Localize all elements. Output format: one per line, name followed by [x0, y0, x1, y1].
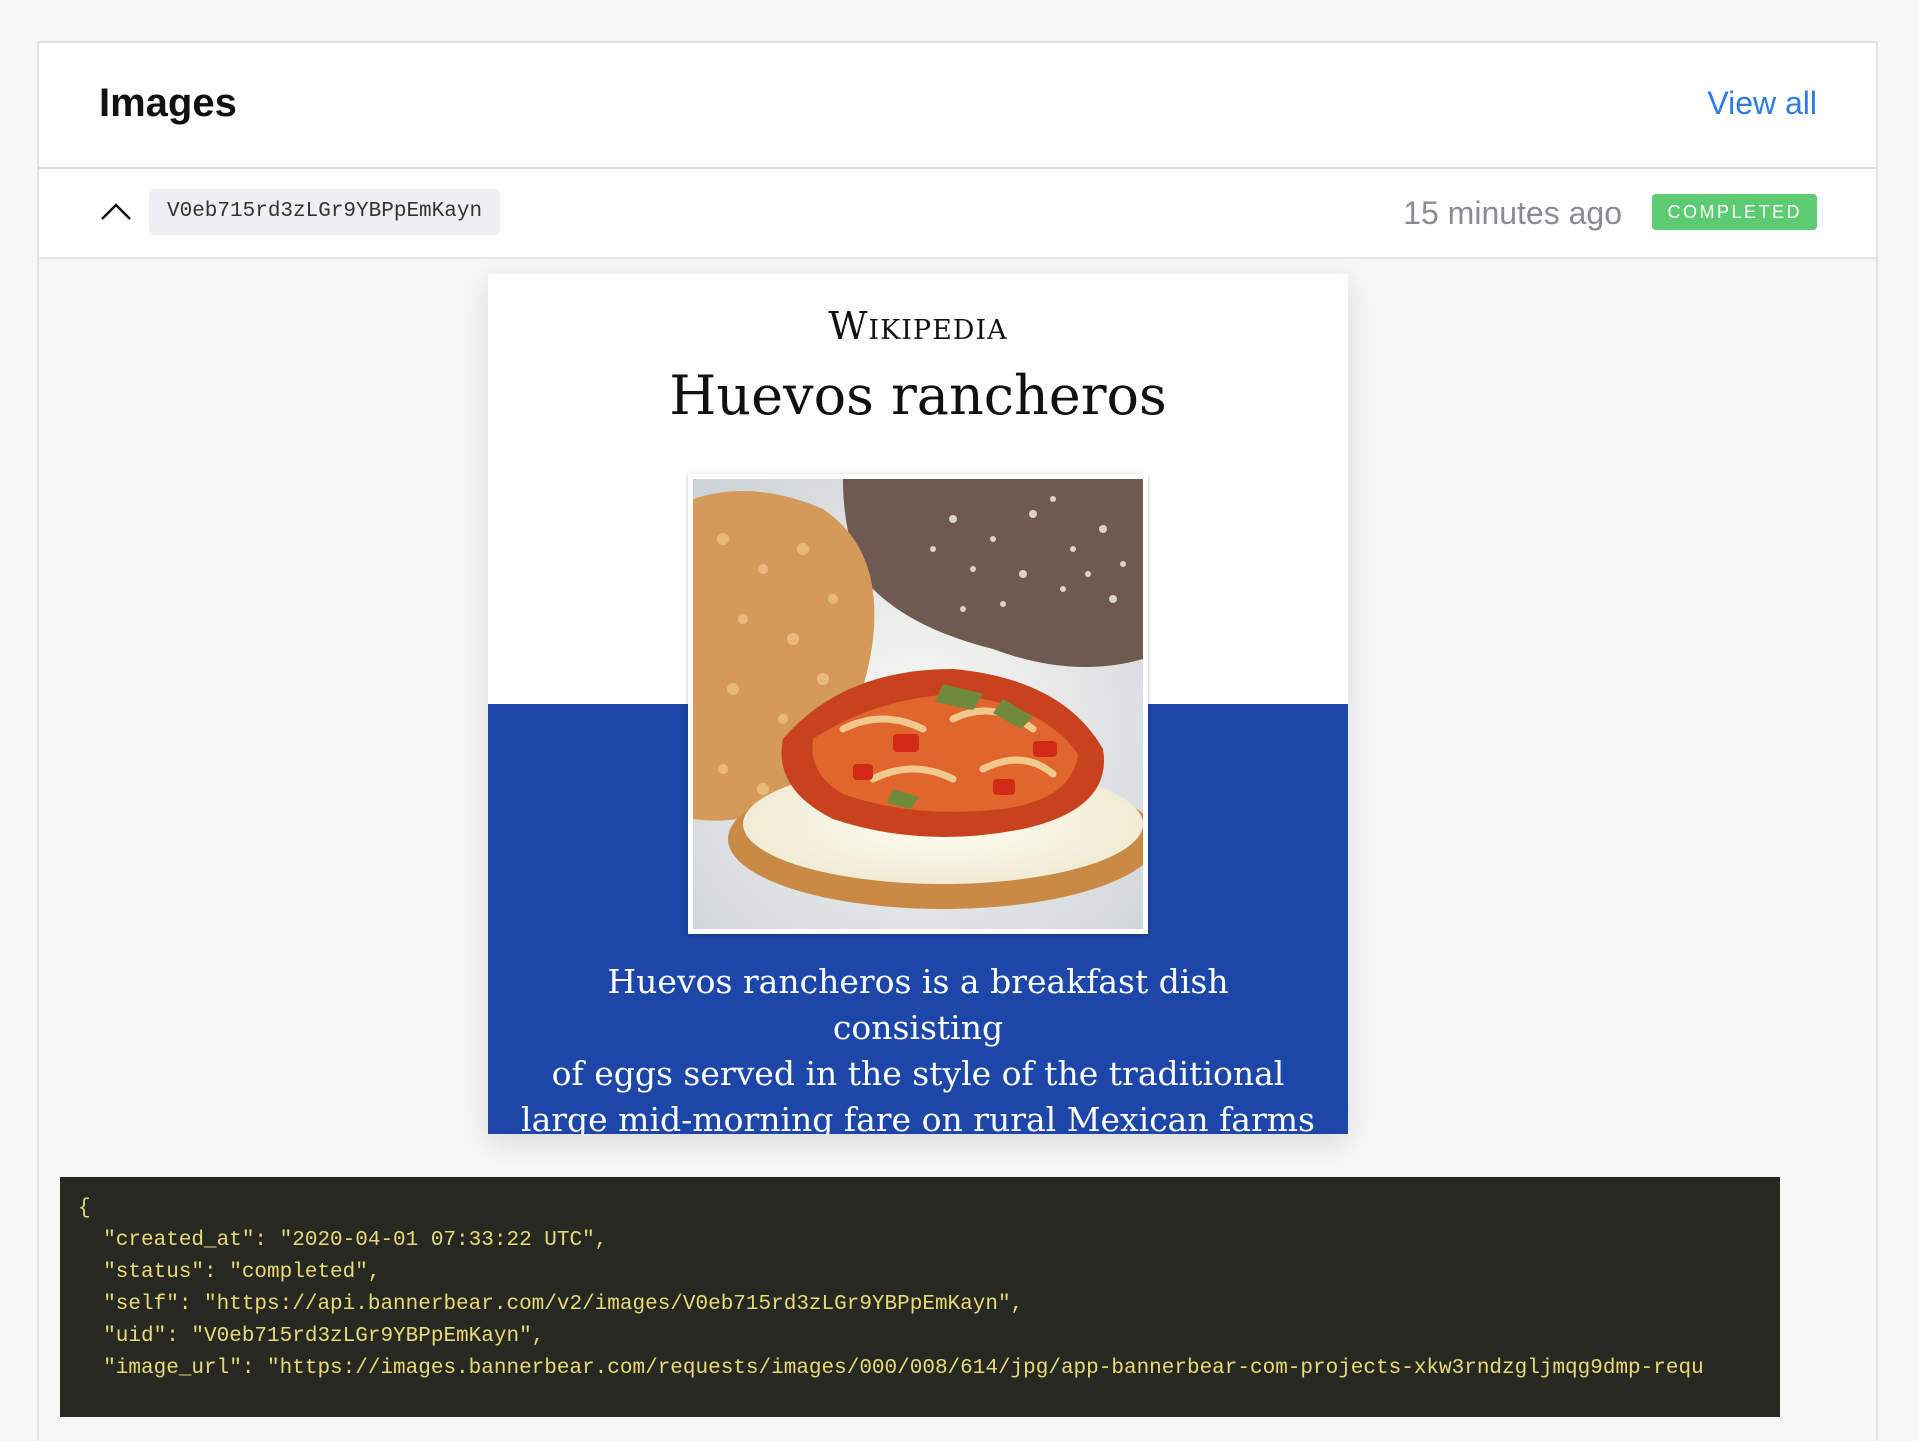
caption-line: Huevos rancheros is a breakfast dish con…	[607, 962, 1229, 1047]
caption-line: of eggs served in the style of the tradi…	[551, 1054, 1285, 1093]
panel-header: Images View all	[39, 43, 1876, 169]
chevron-up-icon[interactable]	[99, 195, 133, 229]
code-line: "image_url": "https://images.bannerbear.…	[78, 1357, 1704, 1380]
image-uid: V0eb715rd3zLGr9YBPpEmKayn	[149, 189, 501, 235]
status-badge: COMPLETED	[1652, 194, 1817, 230]
caption-line: large mid-morning fare on rural Mexican …	[521, 1100, 1315, 1134]
panel-title: Images	[99, 81, 237, 125]
article-caption: Huevos rancheros is a breakfast dish con…	[518, 959, 1318, 1134]
image-preview: Wikipedia Huevos rancheros Huevos ranche…	[488, 274, 1348, 1134]
created-time: 15 minutes ago	[1403, 195, 1622, 231]
wikipedia-logo: Wikipedia	[828, 304, 1008, 348]
code-line: "self": "https://api.bannerbear.com/v2/i…	[78, 1293, 1024, 1316]
code-line: "created_at": "2020-04-01 07:33:22 UTC",	[78, 1229, 608, 1252]
article-title: Huevos rancheros	[669, 364, 1167, 427]
json-response-code: { "created_at": "2020-04-01 07:33:22 UTC…	[60, 1177, 1780, 1417]
code-line: {	[78, 1197, 91, 1220]
image-row[interactable]: V0eb715rd3zLGr9YBPpEmKayn 15 minutes ago…	[39, 169, 1876, 259]
code-line: "status": "completed",	[78, 1261, 381, 1284]
code-line: "uid": "V0eb715rd3zLGr9YBPpEmKayn",	[78, 1325, 545, 1348]
food-photo	[688, 474, 1148, 934]
view-all-link[interactable]: View all	[1707, 85, 1817, 122]
